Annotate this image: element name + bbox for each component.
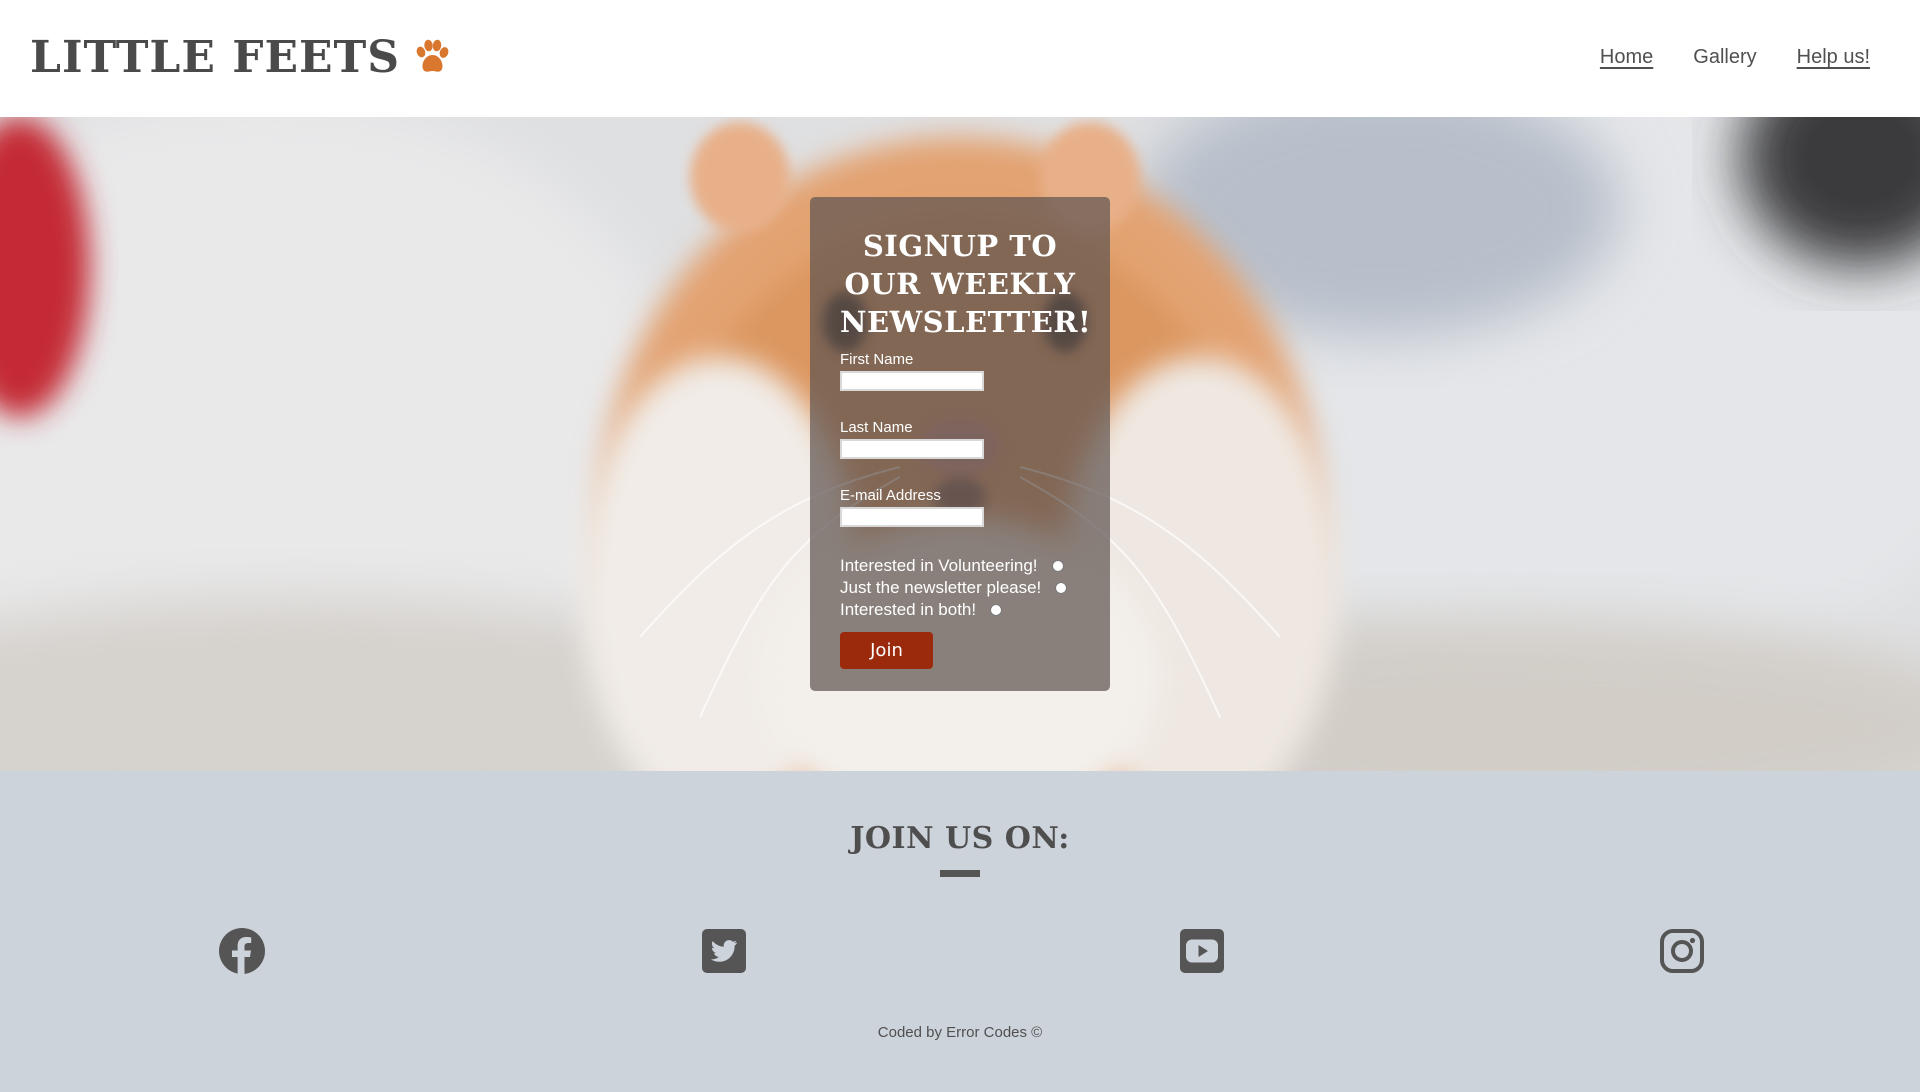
last-name-input[interactable] — [840, 439, 984, 459]
instagram-icon[interactable] — [1658, 927, 1706, 975]
copyright-text: Coded by Error Codes © — [877, 1024, 1043, 1041]
option-newsletter-label: Just the newsletter please! — [840, 578, 1042, 597]
first-name-label: First Name — [840, 351, 914, 368]
email-label: E-mail Address — [840, 487, 941, 504]
option-volunteering-row: Interested in Volunteering! — [840, 555, 1080, 577]
main-nav: Home Gallery Help us! — [1600, 46, 1870, 69]
nav-gallery[interactable]: Gallery — [1693, 46, 1756, 69]
newsletter-signup-form: SIGNUP TO OUR WEEKLY NEWSLETTER! First N… — [810, 197, 1110, 691]
signup-title: SIGNUP TO OUR WEEKLY NEWSLETTER! — [840, 229, 1092, 339]
option-both-row: Interested in both! — [840, 599, 1080, 621]
join-button[interactable]: Join — [840, 632, 933, 669]
email-input[interactable] — [840, 507, 984, 527]
option-volunteering-radio[interactable] — [1051, 560, 1064, 572]
facebook-icon[interactable] — [218, 927, 266, 975]
site-footer: JOIN US ON: Coded by Error Codes © — [0, 771, 1920, 1092]
option-both-radio[interactable] — [990, 604, 1003, 616]
option-newsletter-radio[interactable] — [1055, 582, 1068, 594]
site-header: LITTLE FEETS Home Gallery Help us! — [0, 0, 1920, 117]
option-volunteering-label: Interested in Volunteering! — [840, 556, 1038, 575]
brand[interactable]: LITTLE FEETS — [30, 30, 452, 86]
social-links — [0, 927, 1920, 977]
footer-divider — [940, 870, 980, 877]
option-both-label: Interested in both! — [840, 600, 977, 619]
twitter-icon[interactable] — [700, 927, 748, 975]
nav-help-us[interactable]: Help us! — [1797, 46, 1870, 69]
brand-title: LITTLE FEETS — [30, 32, 401, 83]
last-name-label: Last Name — [840, 419, 913, 436]
nav-home[interactable]: Home — [1600, 46, 1653, 69]
option-newsletter-row: Just the newsletter please! — [840, 577, 1080, 599]
hero-section: SIGNUP TO OUR WEEKLY NEWSLETTER! First N… — [0, 117, 1920, 771]
first-name-input[interactable] — [840, 371, 984, 391]
youtube-icon[interactable] — [1178, 927, 1226, 975]
footer-title: JOIN US ON: — [850, 821, 1070, 856]
paw-icon — [416, 39, 449, 72]
